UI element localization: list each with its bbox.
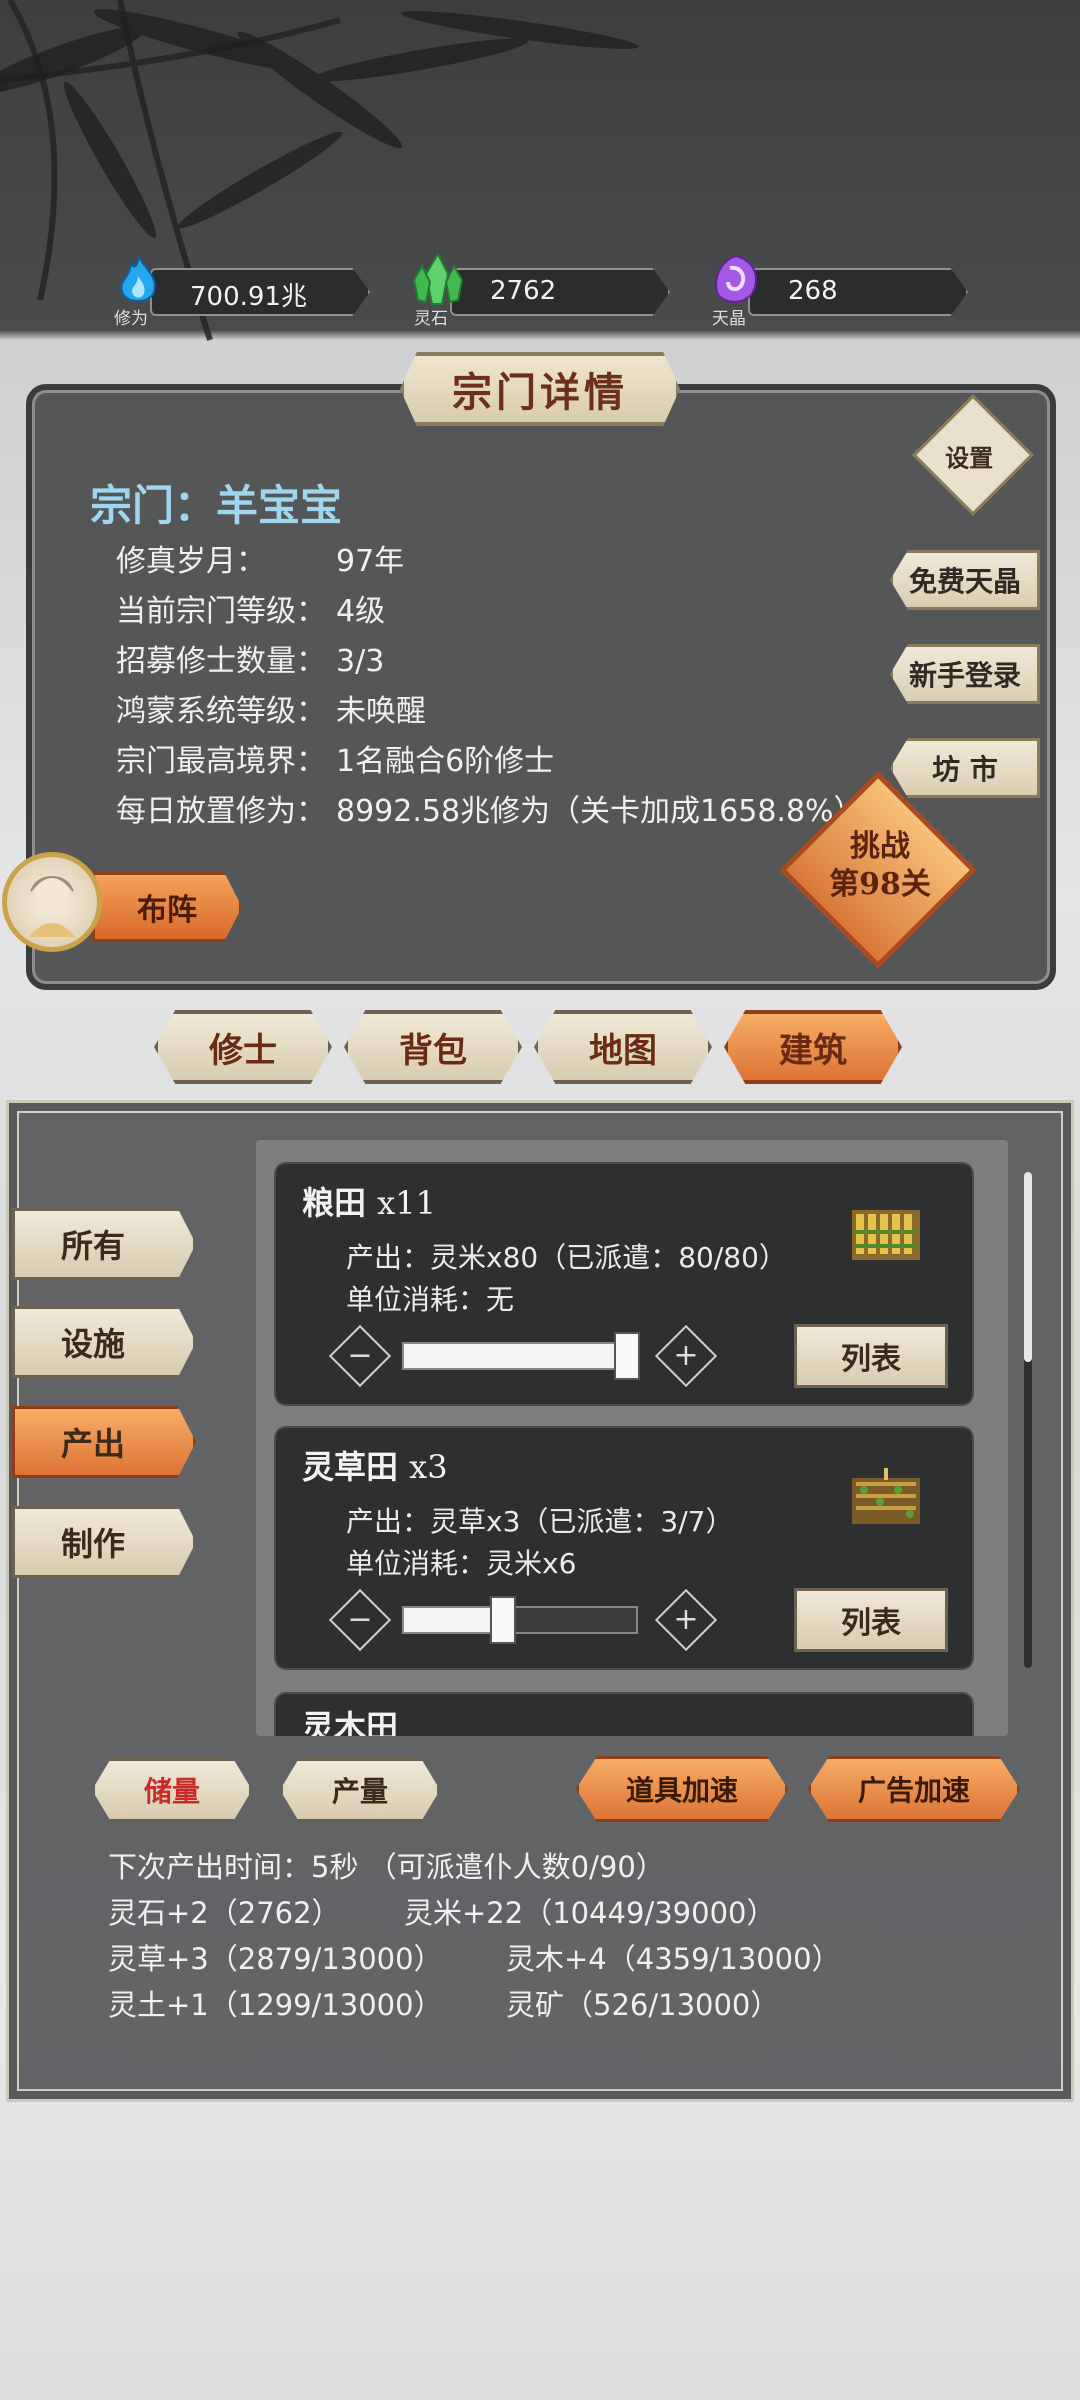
decrease-button[interactable]: − — [328, 1588, 392, 1652]
decrease-button[interactable]: − — [328, 1324, 392, 1388]
resource-pill — [450, 268, 670, 316]
building-output: 产出：灵草x3（已派遣：3/7） — [346, 1505, 734, 1538]
grain-field-icon — [852, 1210, 920, 1260]
info-row: 招募修士数量： 3/3 — [116, 644, 385, 679]
stat-spirit-wood: 灵木+4（4359/13000） — [506, 1942, 841, 1976]
info-row: 鸿蒙系统等级： 未唤醒 — [116, 694, 426, 729]
increase-button[interactable]: + — [654, 1324, 718, 1388]
panel-title: 宗门详情 — [400, 352, 680, 426]
list-button[interactable]: 列表 — [794, 1588, 948, 1652]
stat-spirit-herb: 灵草+3（2879/13000） — [108, 1942, 443, 1976]
resource-sky-crystal: 268 天晶 — [708, 254, 968, 329]
resource-spirit-stone: 2762 灵石 — [410, 252, 670, 329]
tab-buildings[interactable]: 建筑 — [724, 1010, 902, 1084]
resource-value: 268 — [788, 276, 838, 306]
resource-label: 修为 — [114, 309, 148, 329]
tab-cultivators[interactable]: 修士 — [154, 1010, 332, 1084]
blue-flame-icon — [120, 252, 156, 302]
slider-thumb[interactable] — [614, 1332, 640, 1380]
building-card: 灵木田 — [274, 1692, 974, 1736]
challenge-label[interactable]: 挑战 第98关 — [800, 828, 960, 904]
resource-value: 700.91兆 — [190, 282, 307, 312]
storage-button[interactable]: 储量 — [92, 1758, 252, 1822]
category-output[interactable]: 产出 — [12, 1406, 196, 1478]
list-scrollbar[interactable] — [1024, 1172, 1032, 1668]
building-card: 粮田 x11 产出：灵米x80（已派遣：80/80） 单位消耗：无 − + 列表 — [274, 1162, 974, 1406]
stat-spirit-soil: 灵土+1（1299/13000） — [108, 1988, 443, 2022]
resource-pill — [748, 268, 968, 316]
building-name: 粮田 x11 — [302, 1184, 436, 1222]
newbie-login-button[interactable]: 新手登录 — [890, 644, 1040, 704]
free-crystal-button[interactable]: 免费天晶 — [890, 550, 1040, 610]
tab-backpack[interactable]: 背包 — [344, 1010, 522, 1084]
info-row: 每日放置修为： 8992.58兆修为（关卡加成1658.8%） — [116, 794, 864, 829]
stat-spirit-rice: 灵米+22（10449/39000） — [404, 1896, 776, 1930]
slider-thumb[interactable] — [490, 1596, 516, 1644]
increase-button[interactable]: + — [654, 1588, 718, 1652]
info-row: 修真岁月： 97年 — [116, 544, 405, 579]
info-row: 当前宗门等级： 4级 — [116, 594, 386, 629]
building-name: 灵草田 x3 — [302, 1448, 448, 1486]
next-output-text: 下次产出时间：5秒 （可派遣仆人数0/90） — [108, 1850, 665, 1884]
building-name: 灵木田 — [302, 1708, 399, 1736]
building-list[interactable]: 粮田 x11 产出：灵米x80（已派遣：80/80） 单位消耗：无 − + 列表… — [256, 1140, 1008, 1736]
avatar[interactable] — [2, 852, 102, 952]
stat-spirit-ore: 灵矿（526/13000） — [506, 1988, 780, 2022]
formation-button[interactable]: 布阵 — [92, 872, 242, 942]
item-speedup-button[interactable]: 道具加速 — [576, 1756, 788, 1822]
info-row: 宗门最高境界： 1名融合6阶修士 — [116, 744, 555, 779]
green-crystal-icon — [412, 252, 464, 305]
worker-slider[interactable] — [402, 1342, 638, 1370]
category-facilities[interactable]: 设施 — [12, 1306, 196, 1378]
building-cost: 单位消耗：无 — [346, 1283, 515, 1316]
herb-field-icon — [852, 1468, 920, 1524]
sect-name: 宗门：羊宝宝 — [90, 481, 343, 530]
stat-spirit-stone: 灵石+2（2762） — [108, 1896, 341, 1930]
worker-slider[interactable] — [402, 1606, 638, 1634]
resource-label: 天晶 — [712, 309, 746, 329]
category-all[interactable]: 所有 — [12, 1208, 196, 1280]
building-card: 灵草田 x3 产出：灵草x3（已派遣：3/7） 单位消耗：灵米x6 − + 列表 — [274, 1426, 974, 1670]
tab-map[interactable]: 地图 — [534, 1010, 712, 1084]
resource-cultivation: 700.91兆 修为 — [110, 252, 370, 329]
building-cost: 单位消耗：灵米x6 — [346, 1547, 577, 1580]
resource-label: 灵石 — [414, 309, 448, 329]
production-button[interactable]: 产量 — [280, 1758, 440, 1822]
resource-value: 2762 — [490, 276, 557, 306]
purple-gem-icon — [715, 254, 757, 303]
scrollbar-thumb[interactable] — [1024, 1172, 1032, 1362]
category-crafting[interactable]: 制作 — [12, 1506, 196, 1578]
market-button[interactable]: 坊 市 — [890, 738, 1040, 798]
ad-speedup-button[interactable]: 广告加速 — [808, 1756, 1020, 1822]
building-output: 产出：灵米x80（已派遣：80/80） — [346, 1241, 787, 1274]
list-button[interactable]: 列表 — [794, 1324, 948, 1388]
